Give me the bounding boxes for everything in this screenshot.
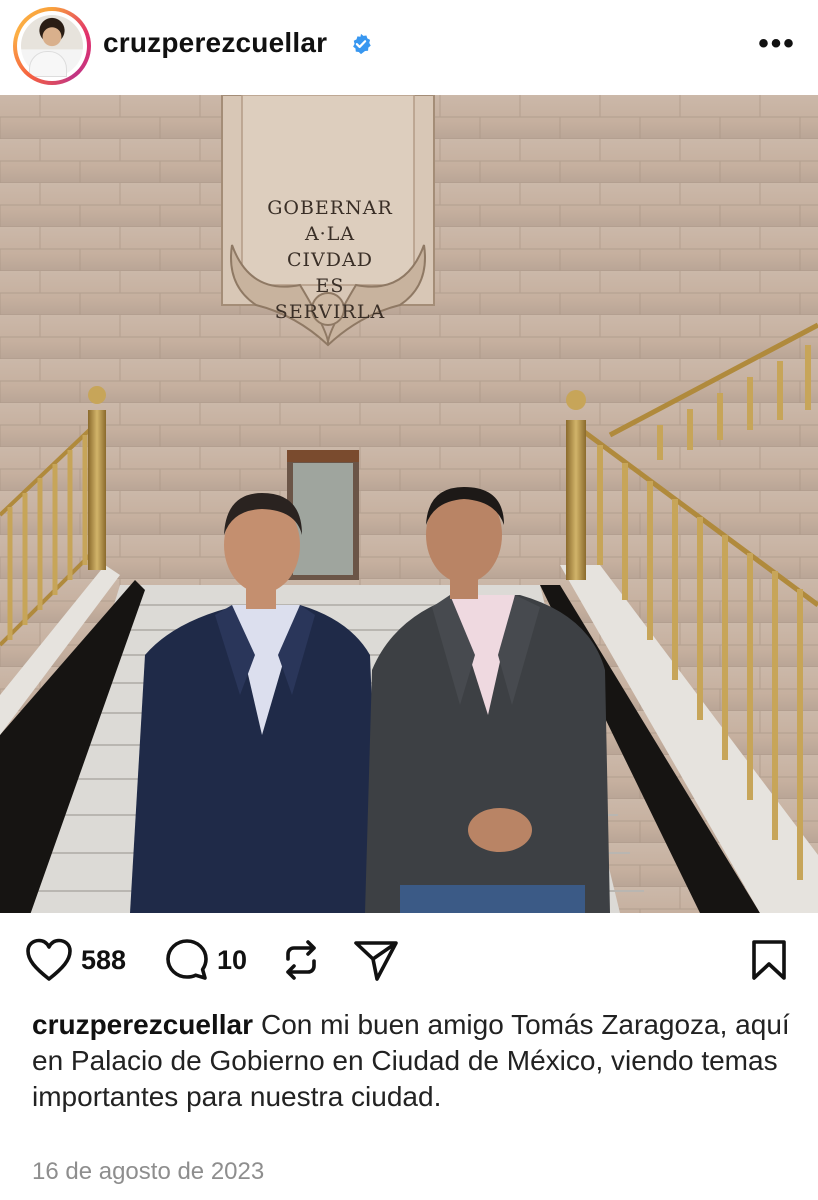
wall-plaque: GOBERNAR A·LA CIVDAD ES SERVIRLA bbox=[258, 195, 402, 325]
like-button[interactable]: 588 bbox=[25, 928, 126, 992]
share-icon bbox=[354, 941, 398, 981]
repost-button[interactable] bbox=[279, 928, 323, 992]
caption-username[interactable]: cruzperezcuellar bbox=[32, 1009, 253, 1040]
share-button[interactable] bbox=[353, 928, 399, 992]
plaque-line: SERVIRLA bbox=[274, 301, 386, 323]
bookmark-icon bbox=[752, 940, 786, 980]
comment-button[interactable]: 10 bbox=[165, 928, 247, 992]
heart-icon bbox=[26, 938, 72, 981]
save-button[interactable] bbox=[750, 928, 788, 992]
post-actions: 588 10 bbox=[0, 928, 818, 992]
avatar-image bbox=[17, 11, 87, 81]
post-header: cruzperezcuellar ••• bbox=[0, 0, 818, 92]
comments-count[interactable]: 10 bbox=[217, 945, 247, 976]
verified-badge-icon bbox=[353, 33, 371, 55]
more-options-icon: ••• bbox=[758, 27, 796, 60]
photo-scene bbox=[0, 95, 818, 913]
profile-avatar[interactable] bbox=[13, 7, 91, 85]
post-caption: cruzperezcuellar Con mi buen amigo Tomás … bbox=[32, 1007, 792, 1115]
post-image[interactable]: GOBERNAR A·LA CIVDAD ES SERVIRLA bbox=[0, 95, 818, 913]
repost-icon bbox=[286, 940, 316, 980]
username[interactable]: cruzperezcuellar bbox=[103, 27, 327, 59]
plaque-line: GOBERNAR bbox=[267, 197, 393, 219]
likes-count[interactable]: 588 bbox=[81, 945, 126, 976]
plaque-line: A·LA bbox=[304, 223, 356, 245]
more-options-button[interactable]: ••• bbox=[757, 27, 797, 60]
avatar-shirt bbox=[29, 51, 67, 77]
post-date: 16 de agosto de 2023 bbox=[32, 1158, 265, 1185]
plaque-line: ES bbox=[315, 275, 345, 297]
comment-icon bbox=[166, 939, 208, 980]
plaque-line: CIVDAD bbox=[287, 249, 373, 271]
